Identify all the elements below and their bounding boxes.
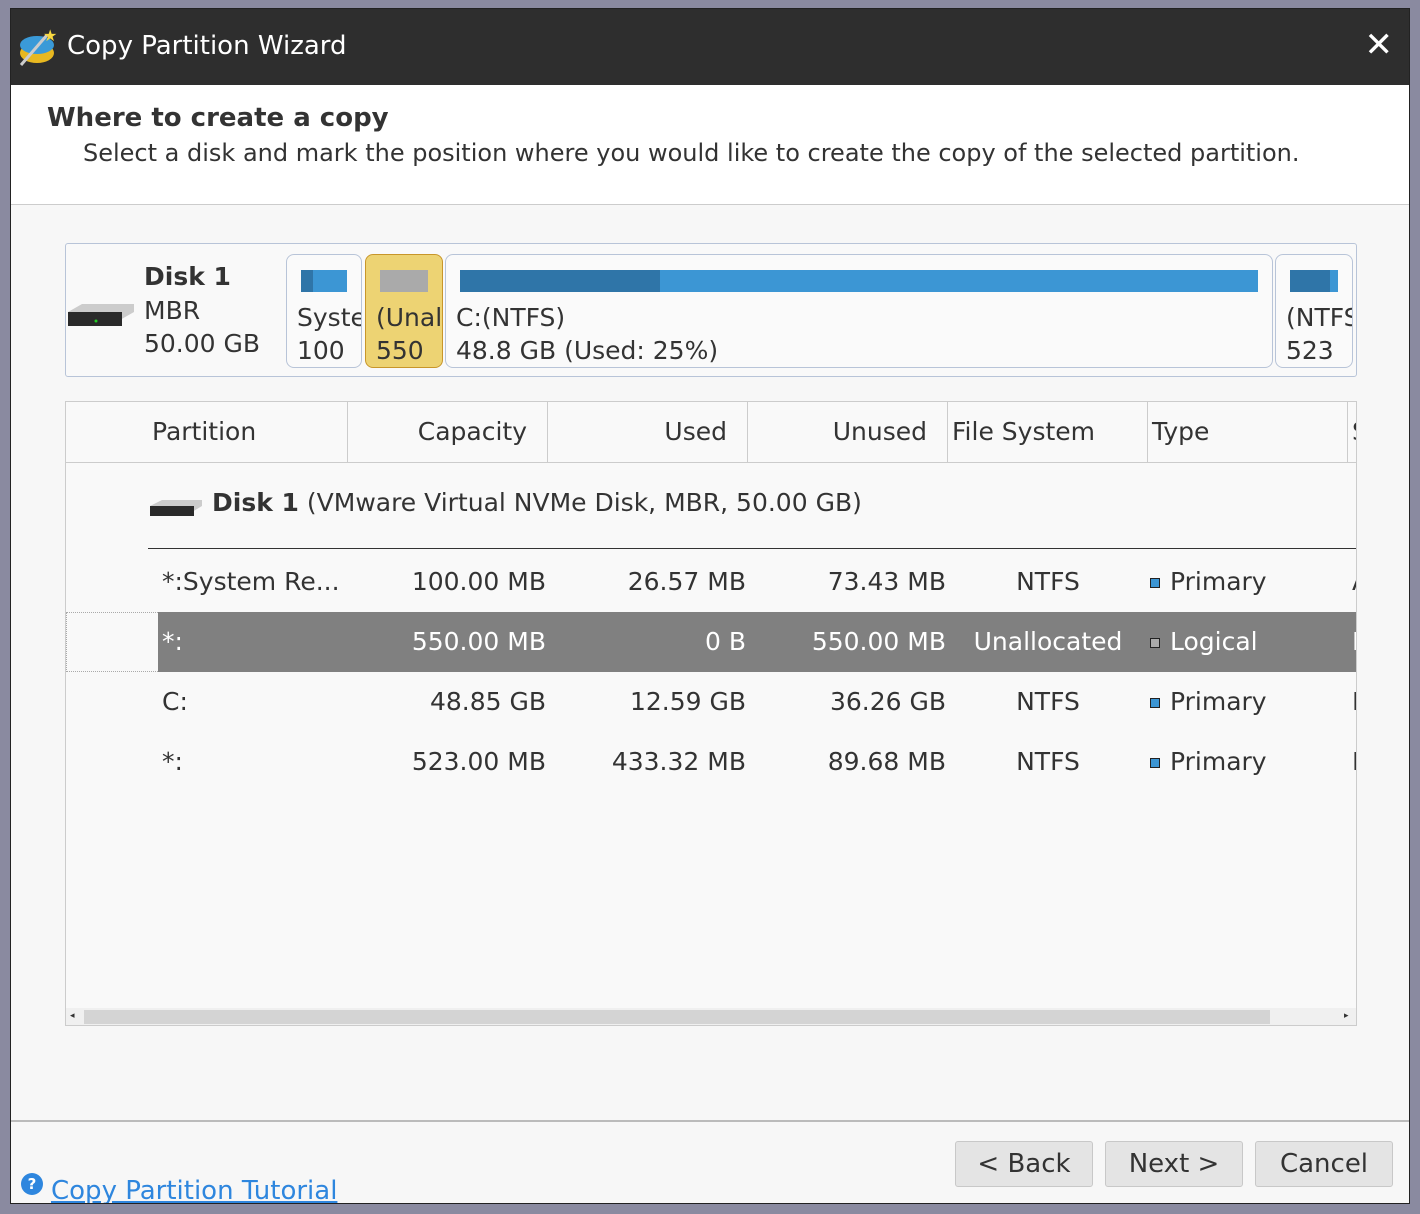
- partition-block-size: 523: [1286, 336, 1334, 365]
- partition-type-square-icon: [1150, 698, 1160, 708]
- partition-usage-bar: [301, 270, 347, 292]
- partition-usage-bar: [460, 270, 1258, 292]
- partition-block-label: C:(NTFS): [456, 303, 566, 332]
- horizontal-scrollbar[interactable]: ◂ ▸: [66, 1008, 1356, 1025]
- cell-partition: *:: [162, 747, 183, 776]
- partition-usage-bar: [380, 270, 428, 292]
- partition-block-label: (Unallocated): [376, 303, 443, 332]
- hard-disk-icon: [68, 304, 134, 326]
- partition-usage-bar: [1290, 270, 1338, 292]
- cell-unused: 89.68 MB: [827, 747, 946, 776]
- column-header[interactable]: Partition: [148, 402, 348, 462]
- step-title: Where to create a copy: [47, 103, 389, 133]
- cancel-button[interactable]: Cancel: [1255, 1141, 1393, 1187]
- cell-type: Primary: [1150, 552, 1330, 612]
- cell-unused: 550.00 MB: [811, 627, 946, 656]
- help-icon[interactable]: ?: [21, 1173, 43, 1195]
- cell-partition: *:: [162, 627, 183, 656]
- cell-type: Primary: [1150, 672, 1330, 732]
- partition-block-label: (NTFS): [1286, 303, 1352, 332]
- partition-block[interactable]: (Unallocated) 550: [365, 254, 443, 368]
- disk-row-detail: (VMware Virtual NVMe Disk, MBR, 50.00 GB…: [306, 488, 862, 517]
- cell-status: Boot: [1352, 672, 1356, 732]
- cell-type: Primary: [1170, 567, 1267, 596]
- footer-divider: [11, 1120, 1409, 1122]
- column-header[interactable]: Status: [1348, 402, 1356, 462]
- partition-block[interactable]: System Reserved 100: [286, 254, 362, 368]
- scroll-left-arrow-icon[interactable]: ◂: [70, 1011, 75, 1021]
- disk-scheme: MBR: [144, 296, 201, 325]
- table-row[interactable]: *: 523.00 MB 433.32 MB 89.68 MB NTFS Primary N…: [66, 732, 1356, 792]
- disk-size: 50.00 GB: [144, 329, 261, 358]
- tutorial-link[interactable]: Copy Partition Tutorial: [51, 1176, 337, 1203]
- cell-capacity: 48.85 GB: [429, 687, 546, 716]
- scroll-right-arrow-icon[interactable]: ▸: [1344, 1011, 1349, 1021]
- back-button[interactable]: < Back: [955, 1141, 1093, 1187]
- next-button[interactable]: Next >: [1105, 1141, 1243, 1187]
- partition-block-label: System Reserved: [297, 303, 361, 332]
- copy-partition-wizard-dialog: ★ Copy Partition Wizard ✕ Where to creat…: [10, 8, 1410, 1204]
- cell-used: 433.32 MB: [611, 747, 746, 776]
- column-header[interactable]: Unused: [748, 402, 948, 462]
- svg-text:★: ★: [43, 27, 57, 45]
- cell-used: 12.59 GB: [629, 687, 746, 716]
- cell-capacity: 523.00 MB: [411, 747, 546, 776]
- scrollbar-thumb[interactable]: [84, 1010, 1270, 1024]
- column-header[interactable]: Capacity: [348, 402, 548, 462]
- table-row[interactable]: *: 550.00 MB 0 B 550.00 MB Unallocated Logica…: [66, 612, 1356, 672]
- cell-status: None: [1352, 732, 1356, 792]
- cell-unused: 73.43 MB: [827, 567, 946, 596]
- cell-fs: NTFS: [1016, 747, 1080, 776]
- wizard-header: Where to create a copy Select a disk and…: [11, 85, 1409, 205]
- cell-unused: 36.26 GB: [829, 687, 946, 716]
- disk-name: Disk 1: [144, 262, 231, 291]
- cell-type: Primary: [1170, 747, 1267, 776]
- disk-map[interactable]: Disk 1 MBR 50.00 GB System Reserved 100 (…: [65, 243, 1357, 377]
- cell-capacity: 550.00 MB: [411, 627, 546, 656]
- wizard-app-icon: ★: [19, 27, 57, 66]
- partition-table: Partition Capacity Used Unused File System Ty…: [65, 401, 1357, 1026]
- partition-block-size: 100: [297, 336, 345, 365]
- table-row[interactable]: C: 48.85 GB 12.59 GB 36.26 GB NTFS Primary Boo…: [66, 672, 1356, 732]
- column-header[interactable]: Type: [1148, 402, 1348, 462]
- window-title: Copy Partition Wizard: [67, 31, 347, 61]
- cell-partition: *:System Re...: [162, 567, 340, 596]
- partition-type-square-icon: [1150, 638, 1160, 648]
- partition-block-size: 48.8 GB (Used: 25%): [456, 336, 719, 365]
- cell-fs: Unallocated: [973, 627, 1123, 656]
- cell-status: None: [1352, 612, 1356, 672]
- cell-type: Primary: [1170, 687, 1267, 716]
- partition-block-size: 550: [376, 336, 424, 365]
- cell-partition: C:: [162, 687, 188, 716]
- disk-row-name: Disk 1: [212, 488, 299, 517]
- cell-capacity: 100.00 MB: [411, 567, 546, 596]
- partition-block[interactable]: (NTFS) 523: [1275, 254, 1353, 368]
- cell-status: Active: [1352, 552, 1356, 612]
- cell-type: Logical: [1150, 612, 1330, 672]
- column-header[interactable]: File System: [948, 402, 1148, 462]
- partition-type-square-icon: [1150, 578, 1160, 588]
- disk-icon: [150, 500, 202, 516]
- cell-used: 26.57 MB: [627, 567, 746, 596]
- partition-type-square-icon: [1150, 758, 1160, 768]
- cell-used: 0 B: [704, 627, 746, 656]
- cell-type: Logical: [1170, 627, 1258, 656]
- disk-row[interactable]: Disk 1 (VMware Virtual NVMe Disk, MBR, 5…: [212, 488, 862, 517]
- column-header[interactable]: Used: [548, 402, 748, 462]
- close-icon[interactable]: ✕: [1365, 25, 1394, 65]
- title-bar: ★ Copy Partition Wizard ✕: [11, 9, 1409, 85]
- partition-block[interactable]: C:(NTFS) 48.8 GB (Used: 25%): [445, 254, 1273, 368]
- cell-type: Primary: [1150, 732, 1330, 792]
- step-subtitle: Select a disk and mark the position wher…: [83, 139, 1300, 167]
- cell-fs: NTFS: [1016, 567, 1080, 596]
- cell-fs: NTFS: [1016, 687, 1080, 716]
- table-row[interactable]: *:System Re... 100.00 MB 26.57 MB 73.43 MB N…: [66, 552, 1356, 612]
